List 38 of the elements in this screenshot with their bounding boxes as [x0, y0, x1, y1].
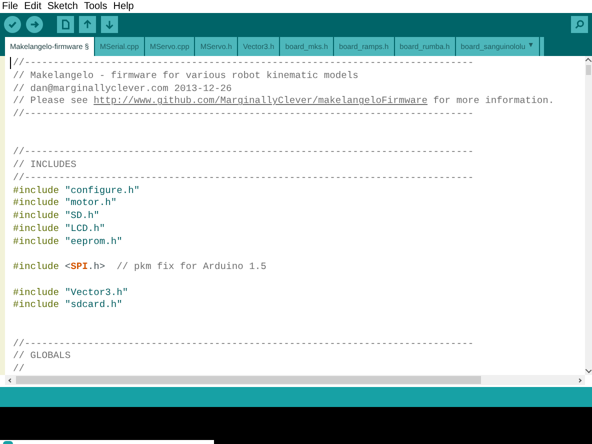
code-comment: // INCLUDES [13, 159, 76, 172]
code-comment: // dan@marginallyclever.com 2013-12-26 [13, 82, 232, 96]
horizontal-scrollbar[interactable] [5, 375, 585, 385]
code-line: #include "eeprom.h" [13, 236, 122, 248]
menu-item[interactable]: Edit [24, 0, 42, 14]
code-comment: // Makelangelo - firmware for various robot kinematic models [13, 70, 358, 82]
code-comment: //------------------------------------------------------------------------------ [13, 172, 474, 184]
code-line: #include "Vector3.h" [13, 286, 128, 300]
vertical-scrollbar[interactable] [585, 56, 592, 375]
code-link[interactable]: http://www.github.com/MarginallyClever/makelangeloFirmware [94, 95, 428, 106]
scroll-thumb[interactable] [586, 64, 591, 74]
search-icon[interactable] [571, 16, 588, 33]
scroll-down-icon[interactable] [585, 366, 592, 374]
scroll-left-icon[interactable] [8, 378, 13, 382]
code-line: #include <SPI.h> // pkm fix for Arduino 1.5 [13, 261, 266, 274]
code-line: #include "SD.h" [13, 210, 100, 223]
new-document-icon[interactable] [57, 16, 74, 33]
code-line: #include "sdcard.h" [13, 299, 122, 312]
code-comment: // [13, 363, 25, 375]
code-line: #include "LCD.h" [13, 222, 106, 236]
code-line: #include "configure.h" [13, 184, 140, 198]
code-comment: //------------------------------------------------------------------------------ [13, 146, 474, 159]
menu-item[interactable]: Help [113, 0, 134, 14]
menu-item[interactable]: Tools [84, 0, 108, 14]
text-cursor [10, 57, 11, 69]
scroll-right-icon[interactable] [577, 378, 582, 382]
scroll-up-icon[interactable] [585, 58, 592, 64]
menu-item[interactable]: Sketch [47, 0, 78, 14]
file-tab[interactable] [540, 37, 544, 56]
code-line: #include "motor.h" [13, 197, 117, 210]
code-comment: // GLOBALS [13, 350, 71, 363]
verify-check-icon[interactable] [4, 16, 21, 33]
code-comment: //------------------------------------------------------------------------------ [13, 108, 474, 121]
menu-item[interactable]: File [2, 0, 18, 14]
code-comment: // Please see http://www.github.com/MarginallyClever/makelangeloFirmware for more information. [13, 95, 554, 108]
code-comment: //------------------------------------------------------------------------------ [13, 57, 474, 70]
code-comment: //------------------------------------------------------------------------------ [13, 338, 474, 350]
scroll-thumb[interactable] [16, 376, 481, 384]
